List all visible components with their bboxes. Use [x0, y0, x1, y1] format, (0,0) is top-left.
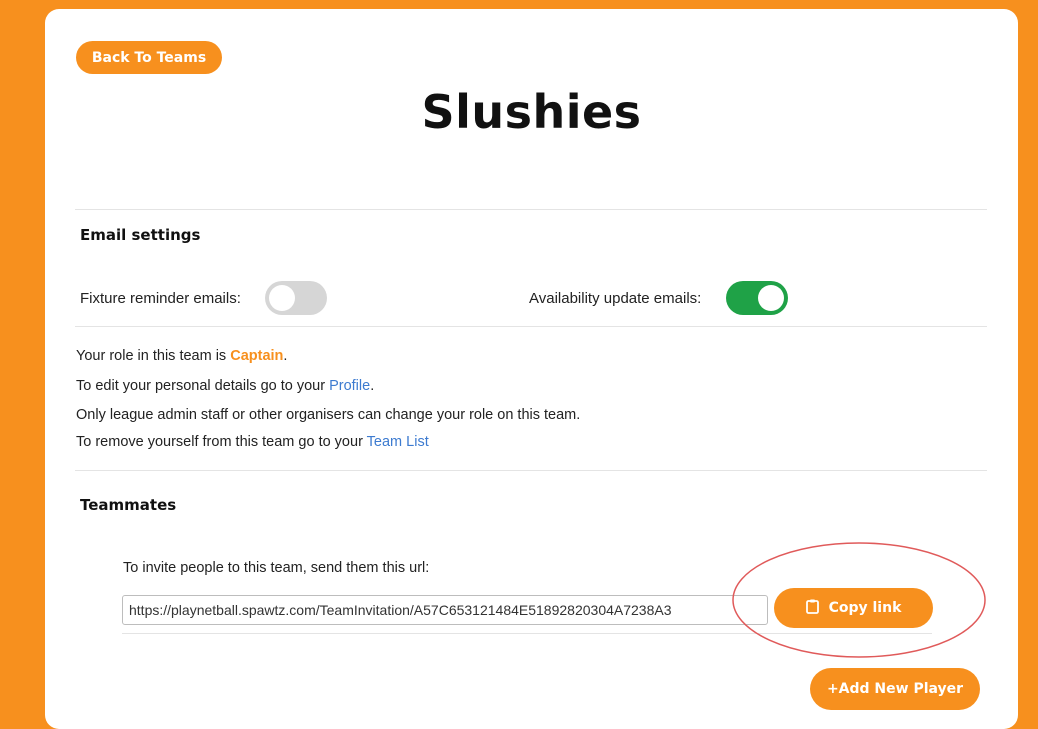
add-new-player-button[interactable]: +Add New Player	[810, 668, 980, 710]
role-line: Your role in this team is Captain.	[76, 348, 287, 364]
team-list-link[interactable]: Team List	[367, 434, 429, 450]
email-settings-heading: Email settings	[80, 226, 201, 244]
back-to-teams-button[interactable]: Back To Teams	[76, 41, 222, 74]
copy-link-label: Copy link	[828, 600, 902, 616]
toggle-knob	[269, 285, 295, 311]
divider	[122, 633, 932, 634]
fixture-reminder-toggle[interactable]	[265, 281, 327, 315]
availability-update-label: Availability update emails:	[529, 290, 702, 307]
role-suffix: .	[283, 348, 288, 364]
profile-suffix: .	[370, 378, 375, 394]
toggle-knob	[758, 285, 784, 311]
divider	[75, 209, 987, 210]
remove-line: To remove yourself from this team go to …	[76, 434, 429, 450]
admin-note: Only league admin staff or other organis…	[76, 407, 581, 423]
clipboard-icon	[805, 599, 819, 618]
teammates-heading: Teammates	[80, 496, 177, 514]
divider	[75, 470, 987, 471]
fixture-reminder-label: Fixture reminder emails:	[80, 290, 241, 307]
remove-prefix: To remove yourself from this team go to …	[76, 434, 367, 450]
profile-link[interactable]: Profile	[329, 378, 370, 394]
availability-update-toggle[interactable]	[726, 281, 788, 315]
profile-prefix: To edit your personal details go to your	[76, 378, 330, 394]
invite-url-field[interactable]: https://playnetball.spawtz.com/TeamInvit…	[122, 595, 768, 625]
team-title: Slushies	[421, 85, 642, 139]
divider	[75, 326, 987, 327]
copy-link-button[interactable]: Copy link	[774, 588, 933, 628]
profile-line: To edit your personal details go to your…	[76, 378, 374, 394]
role-value: Captain	[230, 348, 284, 364]
role-prefix: Your role in this team is	[76, 348, 231, 364]
invite-label: To invite people to this team, send them…	[123, 560, 430, 576]
team-card: Back To Teams Slushies Email settings Fi…	[45, 9, 1018, 729]
